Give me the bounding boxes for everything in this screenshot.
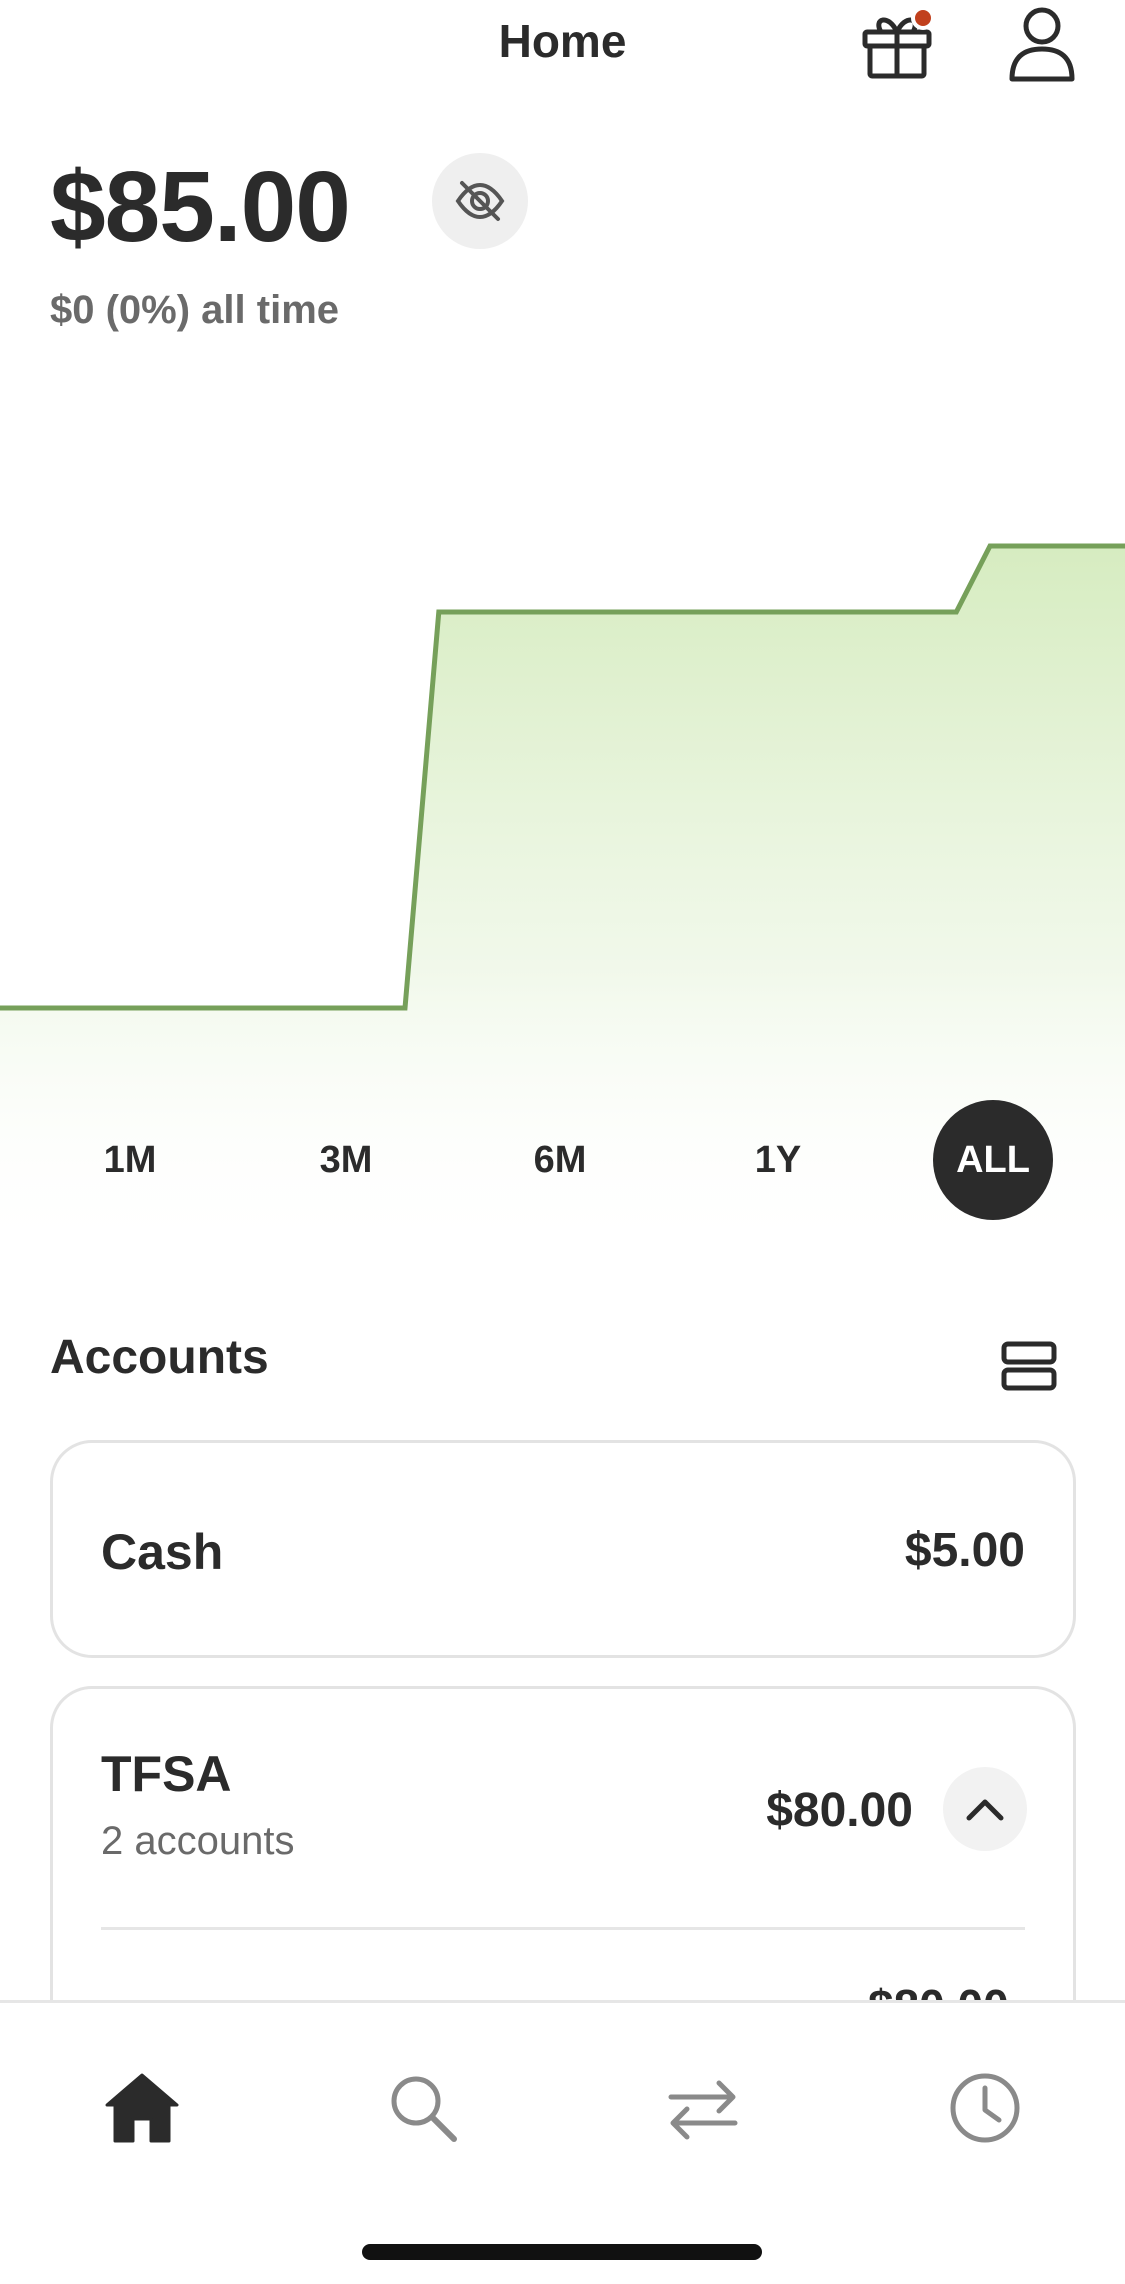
home-icon [105, 2073, 179, 2143]
range-all[interactable]: ALL [933, 1100, 1053, 1220]
nav-home[interactable] [97, 2063, 187, 2153]
profile-button[interactable] [1000, 2, 1084, 86]
transfer-icon [668, 2080, 738, 2140]
nav-search[interactable] [378, 2063, 468, 2153]
account-name: Cash [101, 1524, 224, 1580]
clock-icon [950, 2073, 1020, 2143]
gift-button[interactable] [855, 2, 939, 86]
home-indicator [362, 2244, 762, 2260]
accounts-heading: Accounts [50, 1331, 269, 1384]
bottom-nav [0, 2000, 1125, 2284]
account-card-cash[interactable]: Cash $5.00 [50, 1440, 1076, 1658]
all-time-change: $0 (0%) all time [50, 288, 340, 332]
range-6m[interactable]: 6M [500, 1100, 620, 1220]
collapse-button[interactable] [943, 1767, 1027, 1851]
account-name: TFSA [101, 1746, 232, 1802]
list-view-button[interactable] [1000, 1340, 1058, 1392]
total-balance: $85.00 [50, 151, 351, 263]
notification-dot [911, 6, 935, 30]
card-divider [101, 1927, 1025, 1930]
account-count: 2 accounts [101, 1819, 295, 1863]
list-view-icon [1001, 1341, 1057, 1391]
account-value: $5.00 [904, 1524, 1025, 1577]
home-screen: Home $85.00 $0 (0%) all time 1M 3M 6M 1Y… [0, 0, 1125, 2284]
range-3m[interactable]: 3M [286, 1100, 406, 1220]
person-icon [1009, 7, 1075, 82]
range-1m[interactable]: 1M [70, 1100, 190, 1220]
nav-activity[interactable] [940, 2063, 1030, 2153]
eye-off-icon [455, 181, 505, 221]
hide-balance-button[interactable] [432, 153, 528, 249]
page-title: Home [498, 15, 627, 67]
search-icon [391, 2076, 457, 2142]
account-value: $80.00 [766, 1784, 913, 1837]
nav-transfer[interactable] [658, 2063, 748, 2153]
chevron-up-icon [966, 1799, 1004, 1821]
time-range-selector: 1M 3M 6M 1Y ALL [0, 1100, 1125, 1220]
range-1y[interactable]: 1Y [718, 1100, 838, 1220]
